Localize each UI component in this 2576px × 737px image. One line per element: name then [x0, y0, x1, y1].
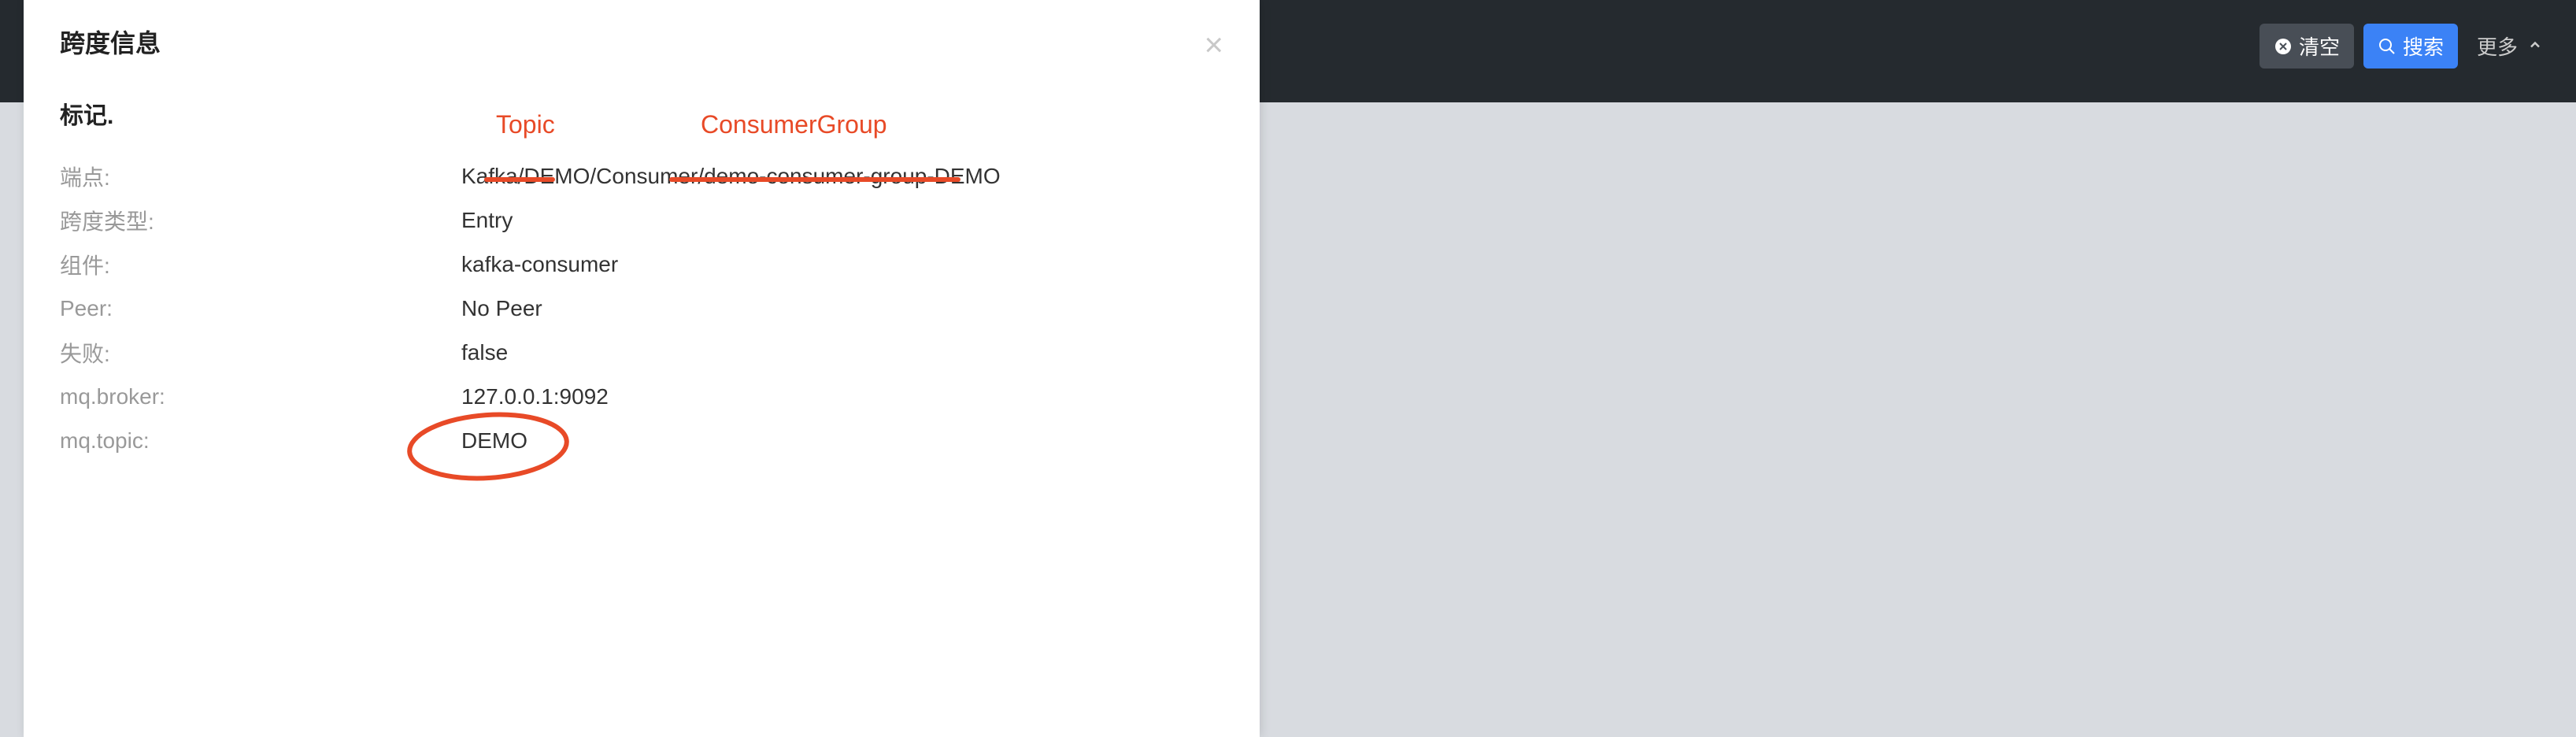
span-type-value: Entry	[461, 208, 513, 233]
span-info-modal: 跨度信息 × 标记. 端点: Kafka/DEMO/Consumer/demo-…	[24, 0, 1260, 737]
annotation-topic-label: Topic	[496, 110, 555, 139]
endpoint-label: 端点:	[60, 161, 461, 192]
field-row: mq.broker: 127.0.0.1:9092	[60, 375, 1223, 419]
field-row: 端点: Kafka/DEMO/Consumer/demo-consumer-gr…	[60, 154, 1223, 198]
clear-button-label: 清空	[2299, 31, 2340, 61]
chevron-up-icon	[2527, 34, 2543, 58]
field-row: 组件: kafka-consumer	[60, 243, 1223, 287]
component-value: kafka-consumer	[461, 252, 618, 277]
more-button[interactable]: 更多	[2467, 24, 2552, 69]
broker-value: 127.0.0.1:9092	[461, 384, 609, 409]
search-button[interactable]: 搜索	[2363, 24, 2458, 69]
modal-title: 跨度信息	[60, 24, 1223, 60]
field-row: mq.topic: DEMO	[60, 419, 1223, 463]
peer-value: No Peer	[461, 296, 542, 321]
fail-label: 失败:	[60, 337, 461, 368]
component-label: 组件:	[60, 249, 461, 280]
search-button-label: 搜索	[2403, 31, 2444, 61]
search-icon	[2378, 37, 2396, 56]
close-icon[interactable]: ×	[1204, 28, 1223, 61]
field-row: Peer: No Peer	[60, 287, 1223, 331]
field-row: 跨度类型: Entry	[60, 198, 1223, 243]
span-type-label: 跨度类型:	[60, 205, 461, 236]
more-button-label: 更多	[2477, 31, 2518, 61]
annotation-circle	[402, 409, 575, 483]
section-label: 标记.	[60, 96, 1223, 131]
broker-label: mq.broker:	[60, 384, 461, 409]
clear-button[interactable]: 清空	[2260, 24, 2354, 69]
field-row: 失败: false	[60, 331, 1223, 375]
fail-value: false	[461, 340, 508, 365]
peer-label: Peer:	[60, 296, 461, 321]
annotation-consumergroup-label: ConsumerGroup	[701, 110, 887, 139]
endpoint-value: Kafka/DEMO/Consumer/demo-consumer-group-…	[461, 164, 1001, 189]
clear-icon	[2274, 37, 2293, 56]
